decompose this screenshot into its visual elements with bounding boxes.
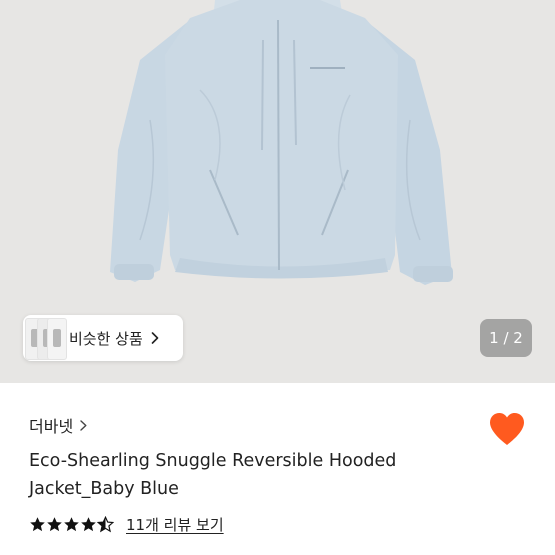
product-title: Eco-Shearling Snuggle Reversible Hooded … bbox=[29, 451, 397, 499]
similar-products-thumbnails bbox=[23, 315, 67, 361]
heart-icon bbox=[490, 413, 524, 445]
similar-products-button[interactable]: 비슷한 상품 bbox=[23, 315, 183, 361]
star-full-icon bbox=[30, 516, 45, 531]
similar-product-thumbnail bbox=[47, 318, 67, 360]
star-rating bbox=[29, 515, 114, 533]
star-full-icon bbox=[81, 516, 96, 531]
product-image-carousel[interactable]: 비슷한 상품 1 / 2 bbox=[0, 0, 555, 383]
chevron-right-icon bbox=[151, 332, 159, 344]
star-full-icon bbox=[47, 516, 62, 531]
favorite-button[interactable] bbox=[487, 411, 527, 447]
brand-link[interactable]: 더바넷 bbox=[29, 413, 87, 437]
chevron-right-icon bbox=[80, 419, 87, 431]
rating-row: 11개 리뷰 보기 bbox=[29, 513, 224, 535]
star-full-icon bbox=[64, 516, 79, 531]
similar-products-label: 비슷한 상품 bbox=[69, 329, 143, 348]
brand-name: 더바넷 bbox=[29, 417, 74, 436]
star-half-icon bbox=[97, 515, 114, 532]
image-page-indicator: 1 / 2 bbox=[480, 319, 532, 357]
review-link[interactable]: 11개 리뷰 보기 bbox=[126, 514, 224, 535]
